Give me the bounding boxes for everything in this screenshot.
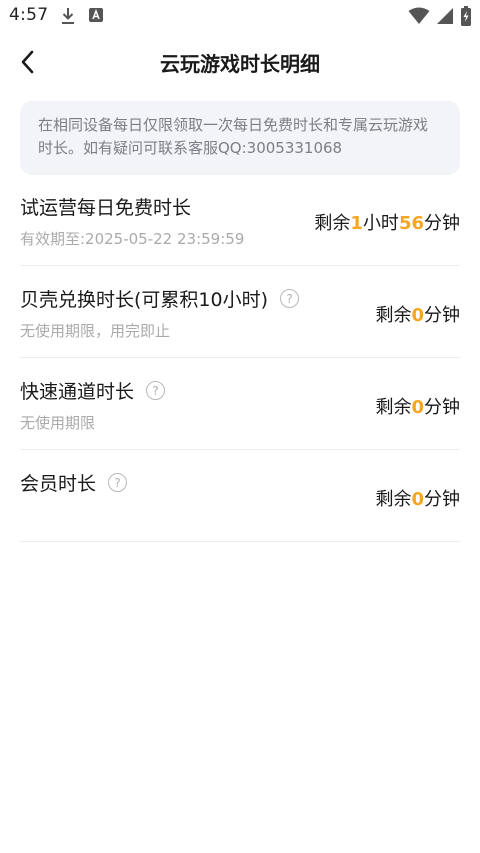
help-icon[interactable]: ? bbox=[146, 381, 166, 400]
item-title-text: 贝壳兑换时长(可累积10小时) bbox=[20, 289, 269, 311]
duration-list: 试运营每日免费时长 有效期至:2025-05-22 23:59:59 剩余1小时… bbox=[20, 176, 460, 542]
item-remaining: 剩余0分钟 bbox=[375, 393, 460, 419]
status-bar: 4:57 bbox=[0, 0, 480, 34]
item-title-text: 试运营每日免费时长 bbox=[20, 197, 192, 219]
battery-charging-icon bbox=[461, 6, 471, 26]
remaining-hours: 1 bbox=[350, 213, 363, 234]
download-icon bbox=[62, 8, 74, 24]
item-title: 贝壳兑换时长(可累积10小时) ? bbox=[20, 285, 300, 312]
help-icon[interactable]: ? bbox=[108, 473, 128, 492]
remaining-minutes: 0 bbox=[411, 305, 424, 326]
item-remaining: 剩余0分钟 bbox=[375, 301, 460, 327]
remaining-minutes: 56 bbox=[398, 213, 424, 234]
remaining-prefix: 剩余 bbox=[375, 305, 412, 326]
wifi-icon bbox=[408, 7, 430, 24]
list-item-shell-exchange: 贝壳兑换时长(可累积10小时) ? 无使用期限，用完即止 剩余0分钟 bbox=[20, 266, 460, 358]
signal-icon bbox=[437, 8, 453, 24]
list-item-membership: 会员时长 ? 剩余0分钟 bbox=[20, 450, 460, 542]
remaining-prefix: 剩余 bbox=[375, 397, 412, 418]
status-icons-right bbox=[408, 6, 472, 26]
item-title-text: 快速通道时长 bbox=[20, 381, 135, 403]
list-item-fast-lane: 快速通道时长 ? 无使用期限 剩余0分钟 bbox=[20, 358, 460, 450]
item-title: 试运营每日免费时长 bbox=[20, 193, 191, 220]
item-title: 快速通道时长 ? bbox=[20, 377, 166, 404]
item-subtitle: 无使用期限 bbox=[20, 414, 96, 432]
app-notification-icon bbox=[89, 8, 103, 22]
item-subtitle: 无使用期限，用完即止 bbox=[20, 322, 171, 340]
minute-unit: 分钟 bbox=[424, 213, 460, 234]
title-bar: 云玩游戏时长明细 bbox=[0, 40, 480, 84]
item-remaining: 剩余0分钟 bbox=[375, 485, 460, 511]
item-subtitle: 有效期至:2025-05-22 23:59:59 bbox=[20, 230, 245, 248]
remaining-minutes: 0 bbox=[411, 397, 424, 418]
status-time: 4:57 bbox=[9, 5, 49, 25]
page-title: 云玩游戏时长明细 bbox=[160, 52, 320, 76]
minute-unit: 分钟 bbox=[424, 489, 460, 510]
status-icons-left bbox=[60, 7, 104, 25]
item-title-text: 会员时长 bbox=[20, 473, 97, 495]
remaining-minutes: 0 bbox=[411, 489, 424, 510]
remaining-prefix: 剩余 bbox=[375, 489, 412, 510]
list-item-daily-free: 试运营每日免费时长 有效期至:2025-05-22 23:59:59 剩余1小时… bbox=[20, 176, 460, 266]
notice-box: 在相同设备每日仅限领取一次每日免费时长和专属云玩游戏时长。如有疑问可联系客服QQ… bbox=[20, 101, 460, 175]
item-title: 会员时长 ? bbox=[20, 469, 128, 496]
item-remaining: 剩余1小时56分钟 bbox=[314, 209, 460, 235]
hour-unit: 小时 bbox=[362, 213, 399, 234]
minute-unit: 分钟 bbox=[424, 305, 460, 326]
minute-unit: 分钟 bbox=[424, 397, 460, 418]
remaining-prefix: 剩余 bbox=[314, 213, 351, 234]
help-icon[interactable]: ? bbox=[280, 289, 300, 308]
